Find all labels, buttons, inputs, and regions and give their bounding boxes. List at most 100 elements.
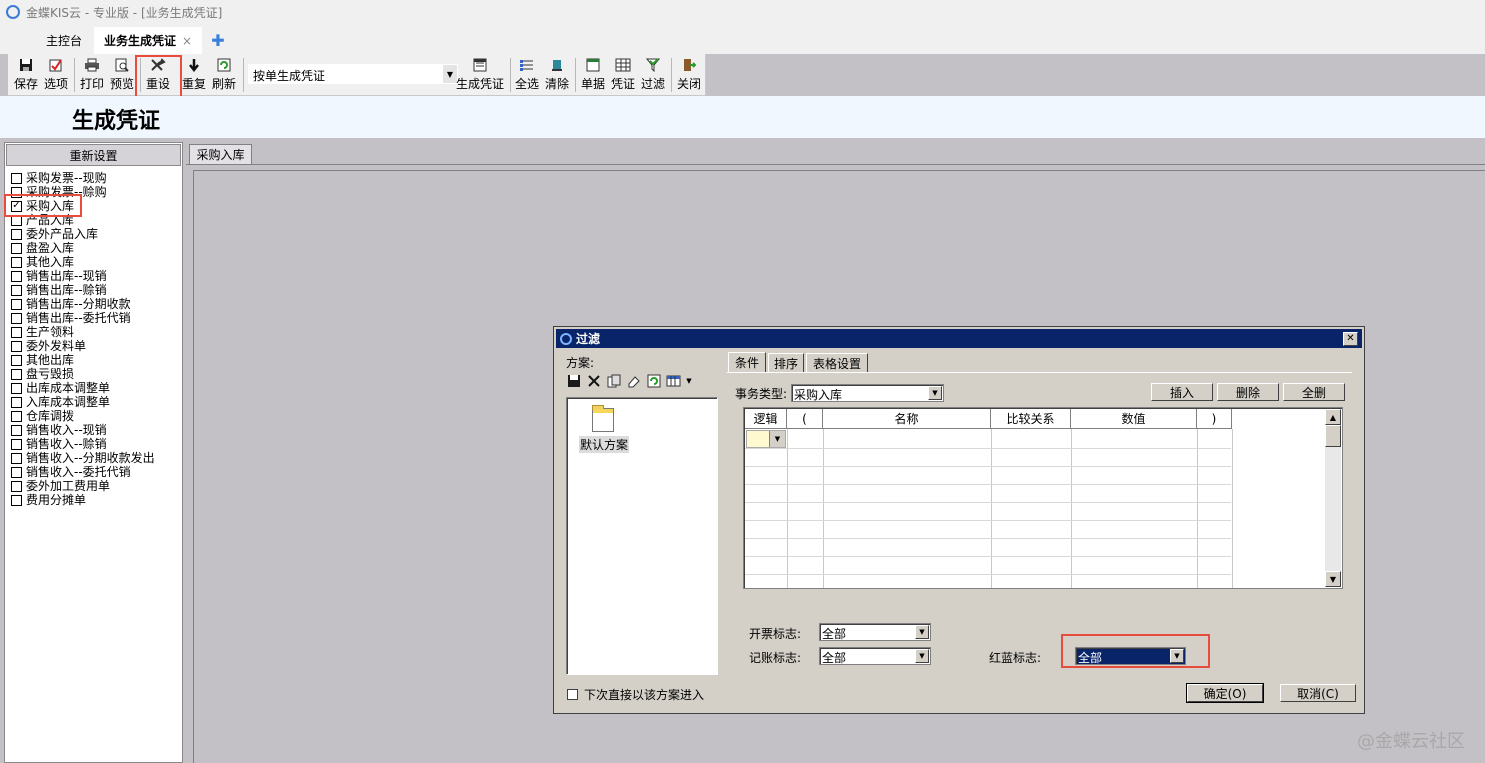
tab-purchase-receipt[interactable]: 采购入库 [189, 144, 252, 164]
doc-type-item[interactable]: 盘盈入库 [11, 241, 74, 255]
posting-flag-select[interactable]: 全部 ▼ [819, 647, 931, 665]
dialog-close-icon[interactable]: ✕ [1343, 332, 1358, 346]
logic-cell-dropdown[interactable]: ▼ [746, 430, 786, 448]
ok-button[interactable]: 确定(O) [1186, 683, 1264, 703]
doc-type-item[interactable]: 其他出库 [11, 353, 74, 367]
doc-type-item[interactable]: 销售出库--委托代销 [11, 311, 131, 325]
checkbox-icon[interactable] [11, 466, 22, 478]
checkbox-icon[interactable] [11, 312, 22, 324]
tab-home[interactable]: 主控台 [38, 27, 90, 54]
eraser-icon[interactable] [626, 373, 642, 389]
tab-conditions[interactable]: 条件 [728, 352, 766, 372]
doc-type-item[interactable]: 采购发票--赊购 [11, 185, 107, 199]
doc-type-item[interactable]: 委外产品入库 [11, 227, 98, 241]
doc-type-item[interactable]: 费用分摊单 [11, 493, 86, 507]
doc-type-item[interactable]: 销售收入--现销 [11, 423, 107, 437]
delete-icon[interactable] [586, 373, 602, 389]
checkbox-icon[interactable] [11, 326, 22, 338]
checkbox-icon[interactable] [11, 424, 22, 436]
add-tab-icon[interactable]: ✚ [206, 27, 230, 54]
chevron-down-icon[interactable]: ▼ [769, 431, 785, 447]
checkbox-icon[interactable] [11, 340, 22, 352]
checkbox-icon[interactable] [11, 214, 22, 226]
doc-type-item[interactable]: 采购发票--现购 [11, 171, 107, 185]
document-button[interactable]: 单据 [579, 56, 607, 94]
repeat-button[interactable]: 重复 [180, 56, 208, 94]
close-button[interactable]: 关闭 [675, 56, 703, 94]
checkbox-icon[interactable] [11, 382, 22, 394]
checkbox-icon[interactable] [11, 410, 22, 422]
condition-grid[interactable]: 逻辑 ( 名称 比较关系 数值 ) ▼ ▲ ▼ [743, 407, 1343, 589]
voucher-button[interactable]: 凭证 [609, 56, 637, 94]
checkbox-icon[interactable] [11, 368, 22, 380]
checkbox-icon[interactable] [11, 480, 22, 492]
tab-close-icon[interactable]: × [182, 34, 192, 48]
scroll-thumb[interactable] [1325, 425, 1341, 447]
filter-button[interactable]: 过滤 [639, 56, 667, 94]
insert-button[interactable]: 插入 [1151, 383, 1213, 401]
save-icon[interactable] [566, 373, 582, 389]
clear-button[interactable]: 清除 [543, 56, 571, 94]
generate-voucher-button[interactable]: 生成凭证 [454, 56, 506, 94]
doc-type-item[interactable]: 销售收入--委托代销 [11, 465, 131, 479]
checkbox-icon[interactable] [11, 172, 22, 184]
doc-type-item[interactable]: 销售出库--现销 [11, 269, 107, 283]
delete-all-button[interactable]: 全删 [1283, 383, 1345, 401]
redblue-flag-select[interactable]: 全部 ▼ [1075, 647, 1186, 665]
doc-type-item[interactable]: 销售出库--分期收款 [11, 297, 131, 311]
checkbox-icon[interactable] [11, 438, 22, 450]
checkbox-icon[interactable] [11, 452, 22, 464]
chevron-down-icon[interactable]: ▼ [928, 386, 942, 400]
generation-mode-select[interactable]: 按单生成凭证 ▼ [248, 64, 458, 84]
reset-settings-button[interactable]: 重新设置 [6, 144, 181, 166]
doc-type-item[interactable]: 委外发料单 [11, 339, 86, 353]
checkbox-icon[interactable] [11, 270, 22, 282]
chevron-down-icon[interactable]: ▼ [915, 625, 929, 639]
checkbox-icon[interactable] [11, 396, 22, 408]
options-button[interactable]: 选项 [42, 56, 70, 94]
direct-entry-checkbox[interactable] [567, 689, 578, 700]
doc-type-item[interactable]: 盘亏毁损 [11, 367, 74, 381]
preview-button[interactable]: 预览 [108, 56, 136, 94]
refresh-button[interactable]: 刷新 [210, 56, 238, 94]
checkbox-checked-icon[interactable]: ✓ [11, 200, 22, 212]
tab-voucher-generation[interactable]: 业务生成凭证 × [94, 27, 202, 54]
checkbox-icon[interactable] [11, 242, 22, 254]
refresh-icon[interactable] [646, 373, 662, 389]
checkbox-icon[interactable] [11, 186, 22, 198]
checkbox-icon[interactable] [11, 284, 22, 296]
save-button[interactable]: 保存 [12, 56, 40, 94]
scroll-down-icon[interactable]: ▼ [1325, 571, 1341, 587]
checkbox-icon[interactable] [11, 354, 22, 366]
checkbox-icon[interactable] [11, 228, 22, 240]
tab-sort[interactable]: 排序 [768, 353, 804, 372]
reset-button[interactable]: 重设 [144, 56, 172, 94]
default-scheme-item[interactable]: 默认方案 [579, 436, 630, 453]
doc-type-item[interactable]: 产品入库 [11, 213, 74, 227]
checkbox-icon[interactable] [11, 256, 22, 268]
chevron-down-icon[interactable]: ▼ [1170, 649, 1184, 663]
grid-view-icon[interactable] [666, 373, 682, 389]
doc-type-item[interactable]: 仓库调拨 [11, 409, 74, 423]
delete-button[interactable]: 删除 [1217, 383, 1279, 401]
doc-type-item[interactable]: 出库成本调整单 [11, 381, 110, 395]
chevron-down-icon[interactable]: ▼ [915, 649, 929, 663]
doc-type-item[interactable]: ✓ 采购入库 [11, 199, 74, 213]
checkbox-icon[interactable] [11, 298, 22, 310]
tab-table-settings[interactable]: 表格设置 [806, 353, 868, 372]
doc-type-item[interactable]: 销售收入--赊销 [11, 437, 107, 451]
doc-type-item[interactable]: 销售出库--赊销 [11, 283, 107, 297]
doc-type-item[interactable]: 其他入库 [11, 255, 74, 269]
cancel-button[interactable]: 取消(C) [1280, 684, 1356, 702]
copy-icon[interactable] [606, 373, 622, 389]
grid-scrollbar[interactable]: ▲ ▼ [1325, 409, 1341, 587]
invoice-flag-select[interactable]: 全部 ▼ [819, 623, 931, 641]
scroll-up-icon[interactable]: ▲ [1325, 409, 1341, 425]
doc-type-item[interactable]: 销售收入--分期收款发出 [11, 451, 155, 465]
doc-type-item[interactable]: 委外加工费用单 [11, 479, 110, 493]
doc-type-item[interactable]: 生产领料 [11, 325, 74, 339]
txn-type-select[interactable]: 采购入库 ▼ [791, 384, 944, 402]
select-all-button[interactable]: 全选 [513, 56, 541, 94]
chevron-down-icon[interactable]: ▼ [686, 373, 692, 389]
print-button[interactable]: 打印 [78, 56, 106, 94]
